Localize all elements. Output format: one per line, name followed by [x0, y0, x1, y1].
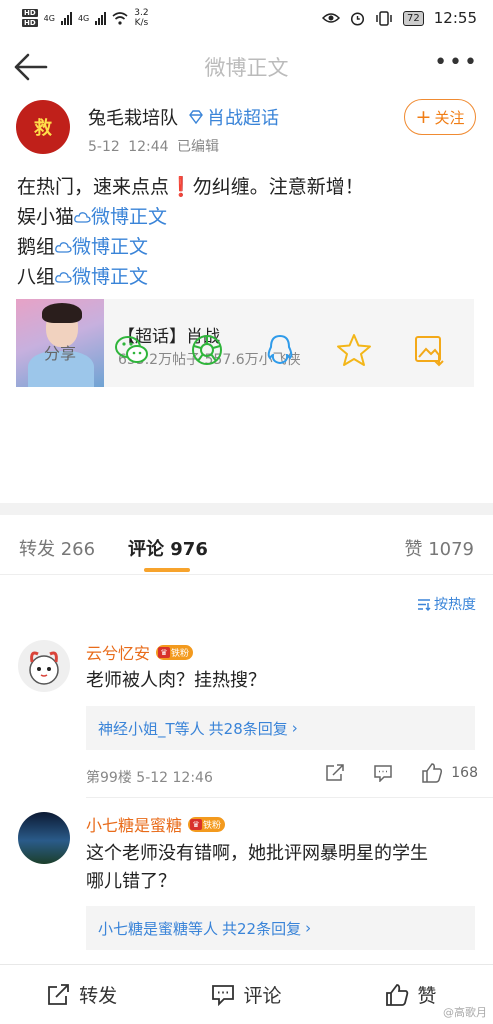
author-line: 兔毛栽培队 肖战超话: [88, 104, 279, 130]
nav-bar: 微博正文 •••: [0, 38, 493, 96]
exclamation-icon: ❗: [169, 176, 193, 198]
commenter-avatar[interactable]: [18, 640, 70, 692]
tab-likes[interactable]: 赞 1079: [404, 535, 474, 561]
post-line: 娱小猫 微博正文: [17, 206, 168, 228]
sort-icon: [418, 598, 431, 611]
diamond-icon: [189, 110, 203, 124]
comment-divider: [86, 797, 493, 798]
thumbs-up-icon: [386, 983, 409, 1006]
repost-icon: [48, 983, 70, 1005]
more-menu-icon[interactable]: •••: [434, 52, 479, 74]
hd-indicator: HD HD: [22, 9, 38, 27]
fan-badge: ♛ 铁粉: [188, 816, 226, 832]
comment-icon: [212, 984, 235, 1006]
back-arrow-icon[interactable]: [12, 52, 48, 82]
post-line: 鹅组 微博正文: [17, 236, 149, 258]
floor-number: 第99楼: [86, 770, 132, 786]
status-bar: HD HD 4G 4G 3.2 K/s 72 12:55: [0, 0, 493, 36]
moments-icon[interactable]: [189, 333, 225, 367]
share-label: 分享: [44, 344, 77, 363]
clock: 12:55: [433, 9, 477, 27]
weibo-link[interactable]: 微博正文: [55, 266, 148, 288]
network-type-2: 4G: [77, 13, 90, 23]
comment-time: 5-12 12:46: [136, 770, 213, 786]
crown-icon: ♛: [158, 646, 171, 658]
battery-indicator: 72: [403, 10, 424, 26]
post-meta: 5-12 12:44 已编辑: [88, 136, 219, 156]
chevron-right-icon: ›: [291, 719, 298, 737]
active-tab-indicator: [144, 568, 190, 572]
eye-icon: [322, 13, 341, 23]
interaction-tabs: 转发 266 评论 976 赞 1079: [0, 515, 493, 575]
share-row: 分享: [0, 330, 493, 370]
link-cloud-icon: [55, 272, 72, 283]
save-image-icon[interactable]: [411, 333, 447, 367]
follow-button[interactable]: + 关注: [404, 99, 476, 135]
post-text: 在热门，速来点点❗勿纠缠。注意新增！ 娱小猫 微博正文 鹅组 微博正文 八组 微博正文: [17, 172, 364, 292]
tab-repost[interactable]: 转发 266: [19, 535, 95, 561]
alarm-icon: [350, 11, 365, 26]
fan-badge: ♛ 铁粉: [156, 644, 194, 660]
reply-icon[interactable]: [373, 764, 393, 782]
comment-footer: 第99楼 5-12 12:46 168: [86, 763, 478, 787]
post-line: 八组 微博正文: [17, 266, 149, 288]
weibo-link[interactable]: 微博正文: [55, 236, 148, 258]
section-divider: [0, 503, 493, 515]
commenter-avatar[interactable]: [18, 812, 70, 864]
page-title: 微博正文: [204, 56, 289, 80]
bottom-action-bar: 转发 评论 赞 @高歌月: [0, 964, 493, 1024]
plus-icon: +: [415, 105, 432, 128]
comment-text: 这个老师没有错啊，她批评网暴明星的学生 哪儿错了？: [86, 843, 428, 892]
replies-preview[interactable]: 小七糖是蜜糖等人 共22条回复 ›: [86, 906, 475, 950]
commenter-name[interactable]: 小七糖是蜜糖 ♛ 铁粉: [86, 812, 226, 836]
author-name[interactable]: 兔毛栽培队: [88, 104, 178, 130]
replies-preview[interactable]: 神经小姐_T等人 共28条回复 ›: [86, 706, 475, 750]
crown-icon: ♛: [190, 818, 203, 830]
comment-like-button[interactable]: 168: [421, 763, 478, 783]
post-line: 在热门，速来点点❗勿纠缠。注意新增！: [17, 176, 364, 198]
star-icon[interactable]: [336, 333, 372, 367]
vibrate-icon: [376, 10, 392, 26]
net-speed: 3.2 K/s: [134, 8, 149, 28]
edited-label: 已编辑: [177, 139, 220, 155]
link-cloud-icon: [55, 242, 72, 253]
signal-icon: [95, 11, 107, 25]
watermark: @高歌月: [443, 1006, 487, 1019]
repost-button[interactable]: 转发: [0, 981, 164, 1008]
super-topic-link[interactable]: 肖战超话: [188, 104, 279, 130]
thumbs-up-icon: [422, 763, 443, 783]
post-date: 5-12 12:44: [88, 139, 169, 155]
chevron-right-icon: ›: [305, 919, 312, 937]
network-type-1: 4G: [43, 13, 55, 23]
link-cloud-icon: [74, 212, 91, 223]
comment-button[interactable]: 评论: [164, 981, 328, 1008]
wifi-icon: [112, 11, 128, 25]
repost-comment-icon[interactable]: [325, 764, 345, 782]
commenter-name[interactable]: 云兮忆安 ♛ 铁粉: [86, 640, 194, 664]
author-avatar[interactable]: 救: [16, 100, 70, 154]
signal-icon: [60, 11, 72, 25]
tab-comments[interactable]: 评论 976: [128, 535, 208, 561]
sort-by-hot-button[interactable]: 按热度: [417, 594, 476, 614]
weibo-link[interactable]: 微博正文: [74, 206, 167, 228]
comment-text: 老师被人肉？挂热搜？: [86, 670, 266, 691]
qq-icon[interactable]: [262, 333, 298, 367]
wechat-icon[interactable]: [114, 333, 150, 367]
